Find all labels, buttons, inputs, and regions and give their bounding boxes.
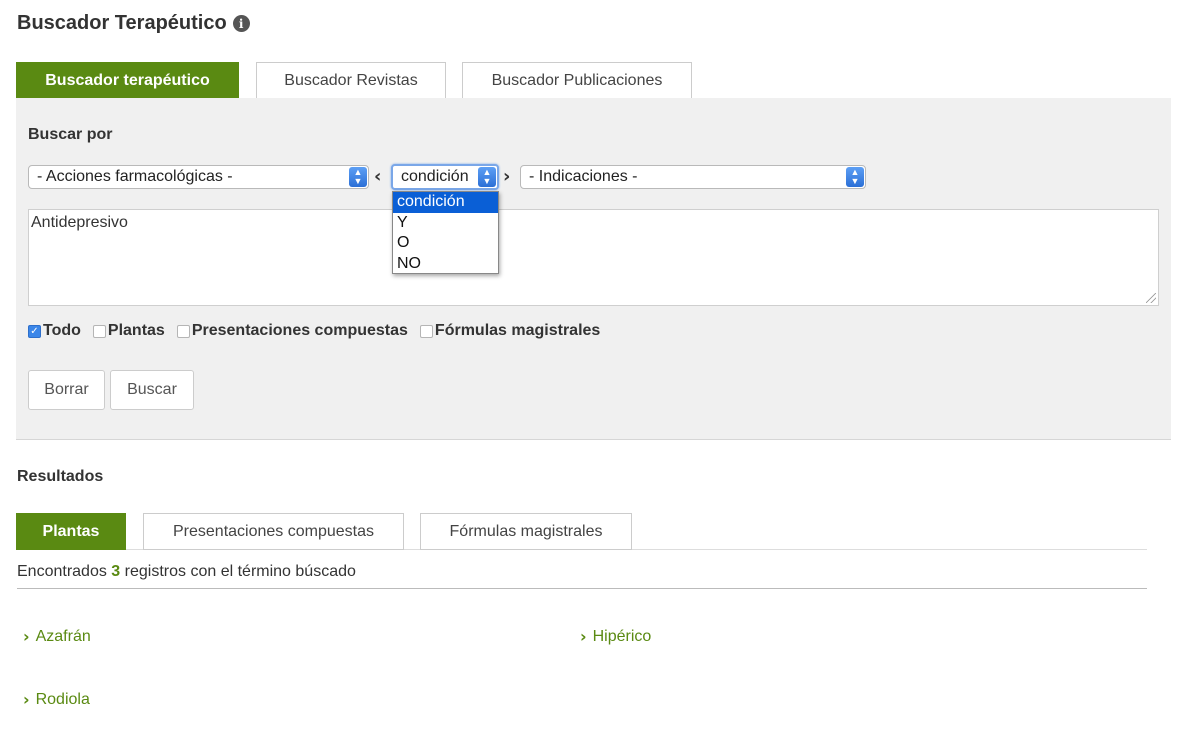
result-link[interactable]: › Azafrán	[23, 627, 91, 646]
tab-presentaciones-compuestas[interactable]: Presentaciones compuestas	[143, 513, 404, 550]
chevron-right-icon: ›	[23, 627, 30, 646]
search-panel: Buscar por - Acciones farmacológicas - ▲…	[16, 98, 1171, 440]
select-arrows-icon: ▲ ▼	[846, 167, 864, 187]
filter-formulas[interactable]: Fórmulas magistrales	[419, 322, 601, 340]
count-number: 3	[111, 563, 121, 580]
condition-option[interactable]: Y	[393, 213, 498, 234]
tab-buscador-publicaciones[interactable]: Buscador Publicaciones	[462, 62, 692, 99]
condition-option[interactable]: O	[393, 233, 498, 254]
tab-buscador-revistas[interactable]: Buscador Revistas	[256, 62, 446, 99]
search-button[interactable]: Buscar	[110, 370, 194, 410]
filter-label: Todo	[43, 322, 81, 339]
chevron-right-icon: ›	[23, 690, 30, 709]
chevron-right-icon: ›	[503, 166, 511, 187]
actions-select[interactable]: - Acciones farmacológicas - ▲ ▼	[28, 165, 369, 189]
filter-label: Presentaciones compuestas	[191, 322, 408, 339]
search-textarea[interactable]: Antidepresivo	[28, 209, 1159, 306]
chevron-left-icon: ‹	[374, 166, 382, 187]
condition-option[interactable]: condición	[393, 192, 498, 213]
results-count: Encontrados 3 registros con el término b…	[17, 563, 1147, 589]
chevron-right-icon: ›	[580, 627, 587, 646]
checkbox-checked-icon[interactable]: ✓	[28, 324, 41, 338]
condition-select[interactable]: condición ▲ ▼	[391, 164, 499, 190]
result-link[interactable]: › Rodiola	[23, 690, 90, 709]
search-tabs: Buscador terapéutico Buscador Revistas B…	[16, 62, 1171, 99]
page-title: Buscador Terapéutico i	[17, 12, 250, 35]
filter-plantas[interactable]: Plantas	[92, 322, 165, 340]
select-arrows-icon: ▲ ▼	[349, 167, 367, 187]
filter-presentaciones[interactable]: Presentaciones compuestas	[176, 322, 408, 340]
info-icon[interactable]: i	[232, 15, 250, 32]
results-tabs: Plantas Presentaciones compuestas Fórmul…	[16, 513, 1147, 550]
search-textarea-value: Antidepresivo	[31, 214, 128, 231]
filter-label: Plantas	[107, 322, 165, 339]
result-label: Azafrán	[35, 627, 91, 645]
result-label: Rodiola	[35, 690, 90, 708]
checkbox-icon[interactable]	[92, 324, 106, 338]
result-link[interactable]: › Hipérico	[580, 627, 651, 646]
indications-select[interactable]: - Indicaciones - ▲ ▼	[520, 165, 866, 189]
condition-option[interactable]: NO	[393, 254, 498, 275]
results-heading: Resultados	[17, 468, 104, 485]
select-arrows-icon: ▲ ▼	[478, 167, 496, 187]
filter-todo[interactable]: ✓ Todo	[28, 322, 81, 340]
tab-buscador-terapeutico[interactable]: Buscador terapéutico	[16, 62, 239, 99]
tab-formulas-magistrales[interactable]: Fórmulas magistrales	[420, 513, 632, 550]
checkbox-icon[interactable]	[419, 324, 433, 338]
search-by-label: Buscar por	[28, 126, 113, 143]
actions-select-value: - Acciones farmacológicas -	[37, 168, 233, 185]
count-prefix: Encontrados	[17, 563, 107, 580]
condition-select-value: condición	[401, 168, 469, 185]
filter-label: Fórmulas magistrales	[434, 322, 601, 339]
resize-grip-icon[interactable]	[1146, 293, 1156, 303]
result-label: Hipérico	[592, 627, 652, 645]
condition-dropdown: condición Y O NO	[392, 191, 499, 274]
clear-button[interactable]: Borrar	[28, 370, 105, 410]
filter-checkboxes: ✓ Todo Plantas Presentaciones compuestas…	[28, 322, 612, 340]
page-title-text: Buscador Terapéutico	[17, 12, 227, 34]
tab-plantas[interactable]: Plantas	[16, 513, 126, 550]
count-suffix: registros con el término búscado	[124, 563, 356, 580]
indications-select-value: - Indicaciones -	[529, 168, 638, 185]
checkbox-icon[interactable]	[176, 324, 190, 338]
